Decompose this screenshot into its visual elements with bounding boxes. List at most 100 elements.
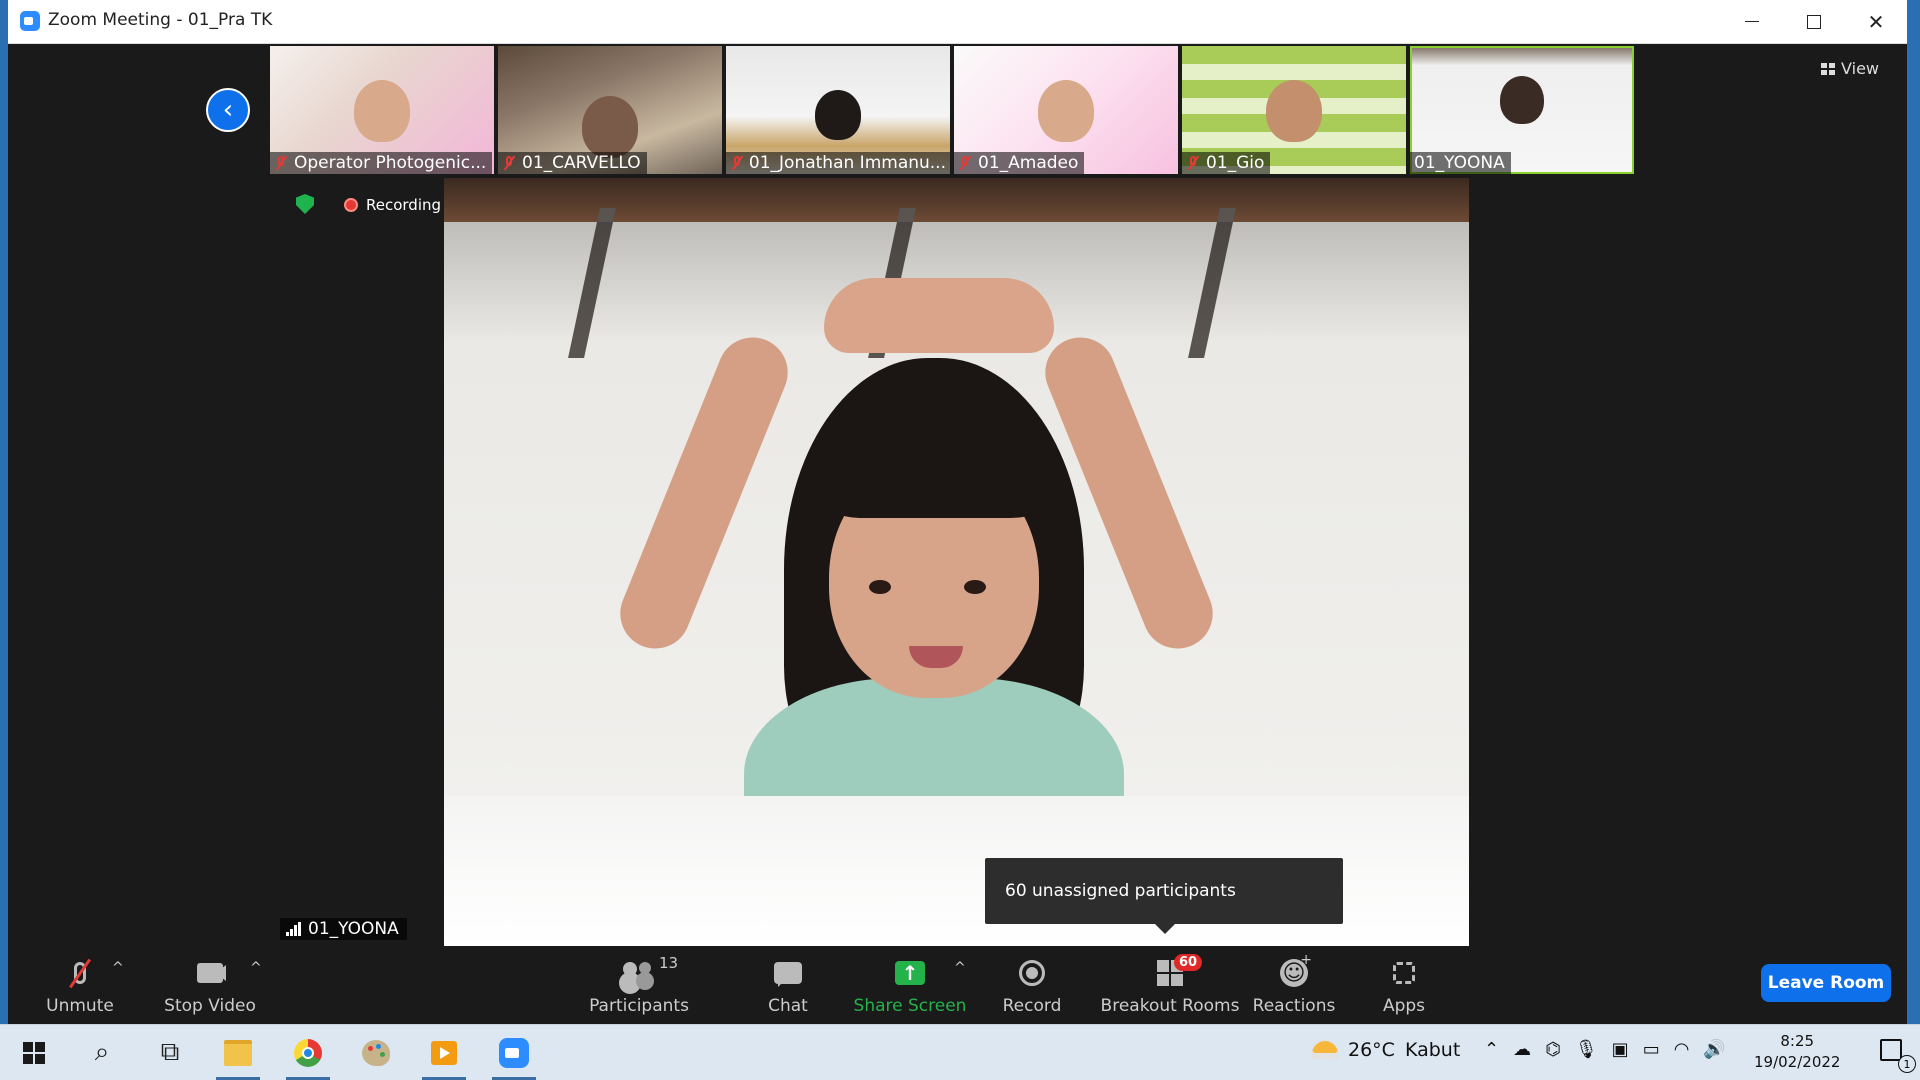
temperature: 26°C	[1348, 1039, 1395, 1061]
record-icon	[1012, 956, 1052, 990]
record-label: Record	[1002, 996, 1062, 1016]
task-view-button[interactable]: ⧉	[142, 1031, 198, 1074]
participant-name-tag: 01_YOONA	[1410, 152, 1511, 174]
tooltip-text: 60 unassigned participants	[1005, 881, 1236, 901]
microphone-icon[interactable]: 🎙	[1575, 1039, 1598, 1060]
meet-now-icon[interactable]: ⌬	[1545, 1039, 1561, 1060]
leave-room-button[interactable]: Leave Room	[1761, 964, 1891, 1002]
recording-label: Recording	[366, 196, 442, 214]
participant-thumbnail[interactable]: 01_Amadeo	[954, 46, 1178, 174]
apps-button[interactable]: Apps	[1364, 946, 1444, 1024]
mic-muted-icon	[1186, 155, 1200, 171]
participants-count: 13	[659, 954, 679, 972]
media-player-icon	[431, 1040, 457, 1065]
grid-view-icon	[1821, 62, 1836, 75]
signal-strength-icon	[286, 922, 302, 936]
participant-thumbnail-active[interactable]: 01_YOONA	[1410, 46, 1634, 174]
encryption-shield-icon[interactable]	[296, 194, 314, 214]
participant-name-tag: 01_Gio	[1182, 152, 1271, 174]
record-button[interactable]: Record	[992, 946, 1072, 1024]
zoom-taskbar-app[interactable]	[486, 1031, 542, 1080]
stop-video-button[interactable]: Stop Video	[156, 946, 264, 1024]
mic-muted-icon	[958, 155, 972, 171]
video-options-caret[interactable]: ^	[250, 960, 262, 976]
weather-haze-icon	[1312, 1041, 1338, 1059]
video-bangs	[816, 408, 1056, 518]
minimize-button[interactable]	[1721, 0, 1783, 43]
participant-name-tag: 01_CARVELLO	[498, 152, 647, 174]
weather-widget[interactable]: 26°C Kabut	[1312, 1039, 1460, 1061]
window-title: Zoom Meeting - 01_Pra TK	[48, 10, 273, 30]
system-tray: ⌃ ☁ ⌬ 🎙 ▣ ▭ ◠ 🔊	[1484, 1039, 1726, 1060]
volume-icon[interactable]: 🔊	[1703, 1039, 1725, 1060]
recording-indicator[interactable]: Recording	[344, 196, 441, 214]
participant-thumbnail[interactable]: 01_Jonathan Immanu...	[726, 46, 950, 174]
notification-center-icon[interactable]	[1880, 1039, 1902, 1061]
chrome-app[interactable]	[280, 1031, 336, 1080]
thumbnail-strip: Operator Photogenic... 01_CARVELLO 01_Jo…	[270, 46, 1634, 174]
mic-muted-icon	[274, 155, 288, 171]
zoom-window: Zoom Meeting - 01_Pra TK View ‹ Operator…	[8, 0, 1907, 1024]
reactions-button[interactable]: Reactions	[1244, 946, 1344, 1024]
participant-video	[582, 96, 638, 158]
start-button[interactable]	[6, 1031, 62, 1074]
active-speaker-video	[444, 178, 1469, 946]
close-button[interactable]	[1845, 0, 1907, 43]
breakout-rooms-button[interactable]: 60 Breakout Rooms	[1090, 946, 1250, 1024]
windows-taskbar: ⌕ ⧉ 26°C Kabut ⌃ ☁ ⌬ 🎙 ▣ ▭ ◠ 🔊 8:25 19/0…	[0, 1024, 1920, 1080]
search-icon: ⌕	[94, 1037, 110, 1067]
participants-button[interactable]: 13 Participants	[584, 946, 694, 1024]
display-icon[interactable]: ▣	[1612, 1039, 1629, 1060]
paint-app[interactable]	[348, 1031, 404, 1074]
apps-label: Apps	[1382, 996, 1426, 1016]
taskbar-clock[interactable]: 8:25 19/02/2022	[1754, 1031, 1840, 1073]
participant-thumbnail[interactable]: 01_Gio	[1182, 46, 1406, 174]
breakout-tooltip: 60 unassigned participants	[985, 858, 1343, 934]
video-hands	[824, 278, 1054, 353]
file-explorer-app[interactable]	[210, 1031, 266, 1080]
participant-thumbnail[interactable]: Operator Photogenic...	[270, 46, 494, 174]
participant-name-tag: Operator Photogenic...	[270, 152, 493, 174]
chat-button[interactable]: Chat	[748, 946, 828, 1024]
title-bar: Zoom Meeting - 01_Pra TK	[8, 0, 1907, 44]
maximize-button[interactable]	[1783, 0, 1845, 43]
participant-video	[1038, 80, 1094, 142]
chevron-left-icon: ‹	[222, 95, 234, 125]
participant-video	[1500, 76, 1544, 124]
onedrive-cloud-icon[interactable]: ☁	[1513, 1039, 1531, 1060]
wifi-icon[interactable]: ◠	[1674, 1039, 1690, 1060]
search-button[interactable]: ⌕	[74, 1031, 130, 1074]
participant-video	[815, 90, 861, 140]
view-label: View	[1841, 59, 1879, 78]
share-screen-icon	[890, 956, 930, 990]
mic-muted-icon	[502, 155, 516, 171]
show-hidden-icons-chevron-icon[interactable]: ⌃	[1484, 1039, 1499, 1060]
share-options-caret[interactable]: ^	[954, 960, 966, 976]
meeting-toolbar: Unmute ^ Stop Video ^ 13 Participants Ch…	[8, 946, 1907, 1024]
breakout-rooms-icon: 60	[1150, 954, 1203, 990]
paint-icon	[362, 1039, 390, 1066]
zoom-app-icon	[20, 11, 40, 31]
participant-name: 01_Jonathan Immanu...	[748, 153, 946, 173]
breakout-rooms-badge: 60	[1174, 954, 1203, 971]
participant-name: 01_YOONA	[1414, 153, 1505, 173]
video-eye	[869, 580, 891, 594]
share-screen-button[interactable]: Share Screen	[850, 946, 970, 1024]
mic-muted-icon	[60, 956, 100, 990]
notification-count: 1	[1898, 1055, 1916, 1073]
unmute-button[interactable]: Unmute	[38, 946, 122, 1024]
media-player-app[interactable]	[416, 1031, 472, 1080]
unmute-label: Unmute	[46, 996, 114, 1016]
participant-name-tag: 01_Jonathan Immanu...	[726, 152, 950, 174]
chat-icon	[768, 956, 808, 990]
previous-page-button[interactable]: ‹	[206, 88, 250, 132]
reactions-icon	[1274, 952, 1314, 990]
reactions-label: Reactions	[1252, 996, 1336, 1016]
audio-options-caret[interactable]: ^	[112, 960, 124, 976]
apps-icon	[1384, 956, 1424, 990]
chrome-icon	[294, 1038, 322, 1067]
battery-icon[interactable]: ▭	[1643, 1039, 1660, 1060]
view-button[interactable]: View	[1821, 59, 1879, 78]
participants-icon: 13	[619, 954, 678, 990]
participant-thumbnail[interactable]: 01_CARVELLO	[498, 46, 722, 174]
